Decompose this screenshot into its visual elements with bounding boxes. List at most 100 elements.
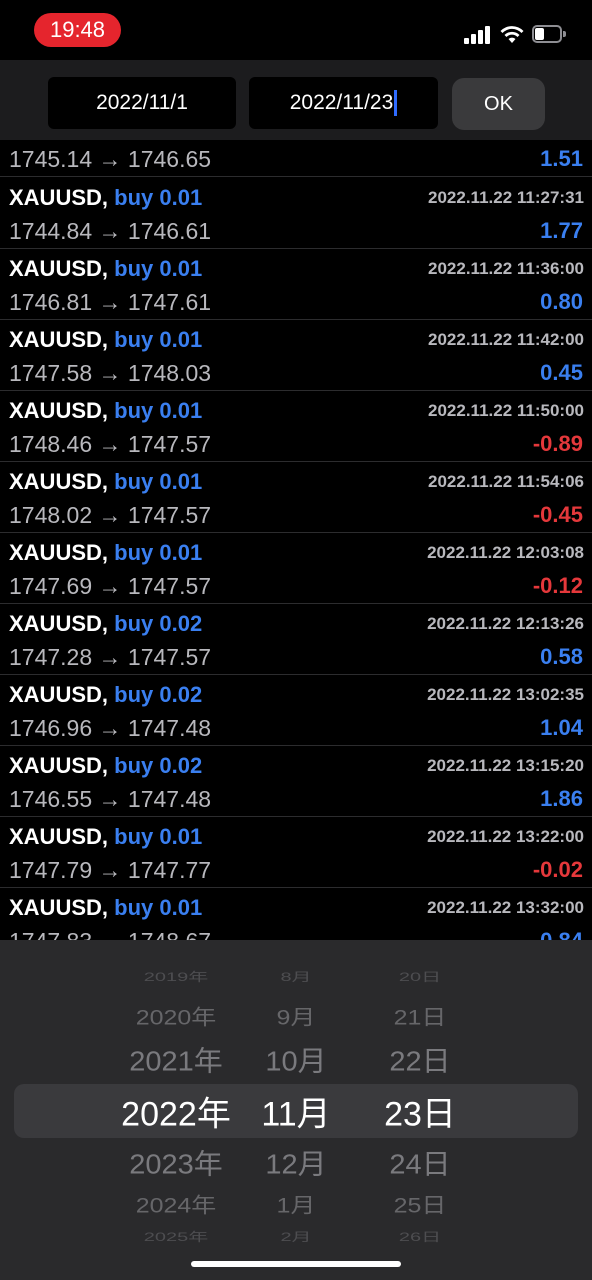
cellular-signal-icon [464,26,492,44]
trade-profit: 1.86 [540,786,583,811]
picker-day-option[interactable]: 21日 [394,1001,447,1032]
trade-prices: 1746.96 → 1747.48 [9,715,212,741]
trade-row[interactable]: XAUUSD, buy 0.01 2022.11.22 13:32:00 1747.… [0,888,592,940]
trade-profit: 0.58 [540,644,583,669]
trade-prices: 1747.58 → 1748.03 [9,360,212,386]
trade-time: 2022.11.22 11:50:00 [428,401,584,420]
trade-prices: 1746.55 → 1747.48 [9,786,212,812]
trade-prices: 1747.79 → 1747.77 [9,857,212,883]
trade-history-list[interactable]: 1745.14 → 1746.65 1.51 XAUUSD, buy 0.01 2… [0,140,592,940]
trade-side: buy 0.02 [114,611,203,636]
picker-year-option[interactable]: 2024年 [136,1189,217,1220]
status-bar: 19:48 [0,0,592,60]
ok-button[interactable]: OK [452,78,545,130]
trade-side: buy 0.02 [114,682,203,707]
trade-row[interactable]: XAUUSD, buy 0.01 2022.11.22 13:22:00 1747.… [0,817,592,888]
trade-symbol: XAUUSD, [9,540,109,565]
trade-symbol: XAUUSD, [9,327,109,352]
end-date-field[interactable]: 2022/11/23 [249,77,438,129]
trade-profit: 1.77 [540,218,583,243]
picker-month-option[interactable]: 2月 [280,1227,311,1244]
wifi-icon [500,26,524,43]
trade-side: buy 0.01 [114,256,203,281]
date-filter-bar: 2022/11/1 2022/11/23 OK [0,60,592,140]
date-picker-wheel[interactable]: 2019年 2020年 2021年 2022年 2023年 2024年 2025年 8月 9月 1… [0,940,592,1280]
picker-month-option[interactable]: 1月 [277,1189,316,1220]
trade-symbol-line: XAUUSD, buy 0.01 [9,327,202,353]
picker-year-option[interactable]: 2020年 [136,1001,217,1032]
trade-symbol-line: XAUUSD, buy 0.01 [9,256,202,282]
picker-year-option[interactable]: 2023年 [129,1142,223,1182]
picker-year-selected[interactable]: 2022年 [121,1087,231,1136]
trade-row[interactable]: XAUUSD, buy 0.02 2022.11.22 13:02:35 1746.… [0,675,592,746]
trade-time: 2022.11.22 12:13:26 [427,614,584,633]
trade-prices: 1748.02 → 1747.57 [9,502,212,528]
trade-symbol: XAUUSD, [9,469,109,494]
trade-time: 2022.11.22 11:36:00 [428,259,584,278]
trade-symbol: XAUUSD, [9,824,109,849]
battery-icon [532,25,566,43]
trade-symbol-line: XAUUSD, buy 0.02 [9,753,202,779]
trade-profit: 1.04 [540,715,583,740]
trade-time: 2022.11.22 12:03:08 [427,543,584,562]
picker-day-option[interactable]: 20日 [399,967,441,984]
start-date-value: 2022/11/1 [96,91,188,114]
picker-day-option[interactable]: 22日 [389,1039,450,1079]
trade-symbol: XAUUSD, [9,611,109,636]
picker-month-option[interactable]: 8月 [280,967,311,984]
trade-profit: 0.84 [540,928,583,940]
trade-symbol-line: XAUUSD, buy 0.01 [9,895,202,921]
picker-month-option[interactable]: 10月 [265,1039,326,1079]
trade-time: 2022.11.22 13:15:20 [427,756,584,775]
trade-profit: -0.02 [532,857,583,882]
trade-symbol-line: XAUUSD, buy 0.01 [9,398,202,424]
trade-row[interactable]: XAUUSD, buy 0.01 2022.11.22 11:36:00 1746.… [0,249,592,320]
trade-row[interactable]: XAUUSD, buy 0.02 2022.11.22 12:13:26 1747.… [0,604,592,675]
picker-day-selected[interactable]: 23日 [384,1087,456,1136]
trade-side: buy 0.01 [114,327,203,352]
trade-symbol: XAUUSD, [9,753,109,778]
trade-side: buy 0.01 [114,469,203,494]
trade-row[interactable]: XAUUSD, buy 0.01 2022.11.22 11:54:06 1748.… [0,462,592,533]
start-date-field[interactable]: 2022/11/1 [48,77,236,129]
home-indicator [191,1261,401,1267]
trade-time: 2022.11.22 11:54:06 [428,472,584,491]
trade-row[interactable]: XAUUSD, buy 0.02 2022.11.22 13:15:20 1746.… [0,746,592,817]
trade-profit: 0.45 [540,360,583,385]
trade-side: buy 0.01 [114,824,203,849]
trade-prices: 1747.28 → 1747.57 [9,644,212,670]
trade-row[interactable]: XAUUSD, buy 0.01 2022.11.22 11:42:00 1747.… [0,320,592,391]
trade-symbol-line: XAUUSD, buy 0.01 [9,185,202,211]
trade-time: 2022.11.22 11:42:00 [428,330,584,349]
picker-year-option[interactable]: 2025年 [144,1227,209,1244]
picker-day-option[interactable]: 26日 [399,1227,441,1244]
trade-row[interactable]: XAUUSD, buy 0.01 2022.11.22 12:03:08 1747.… [0,533,592,604]
trade-profit: -0.89 [532,431,583,456]
trade-side: buy 0.01 [114,185,203,210]
picker-month-option[interactable]: 12月 [265,1142,326,1182]
picker-month-option[interactable]: 9月 [277,1001,316,1032]
trade-side: buy 0.01 [114,895,203,920]
text-cursor [394,90,398,117]
picker-year-option[interactable]: 2019年 [144,967,209,984]
trade-row[interactable]: XAUUSD, buy 0.01 2022.11.22 11:50:00 1748.… [0,391,592,462]
trade-prices: 1747.83 → 1748.67 [9,928,211,940]
picker-day-option[interactable]: 25日 [394,1189,447,1220]
picker-day-option[interactable]: 24日 [389,1142,450,1182]
trade-row[interactable]: XAUUSD, buy 0.01 2022.11.22 11:27:31 1744.… [0,178,592,249]
trade-prices: 1748.46 → 1747.57 [9,431,212,457]
trade-row[interactable]: 1745.14 → 1746.65 1.51 [0,140,592,177]
trade-prices: 1747.69 → 1747.57 [9,573,212,599]
trade-symbol: XAUUSD, [9,185,109,210]
trade-profit: -0.12 [532,573,583,598]
trade-symbol: XAUUSD, [9,682,109,707]
trade-time: 2022.11.22 13:02:35 [427,685,584,704]
trade-side: buy 0.01 [114,398,203,423]
trade-symbol-line: XAUUSD, buy 0.02 [9,611,202,637]
trade-time: 2022.11.22 11:27:31 [428,188,584,207]
picker-month-selected[interactable]: 11月 [261,1087,330,1136]
picker-year-option[interactable]: 2021年 [129,1039,223,1079]
trade-time: 2022.11.22 13:22:00 [427,827,584,846]
trade-side: buy 0.02 [114,753,203,778]
trade-symbol: XAUUSD, [9,256,109,281]
